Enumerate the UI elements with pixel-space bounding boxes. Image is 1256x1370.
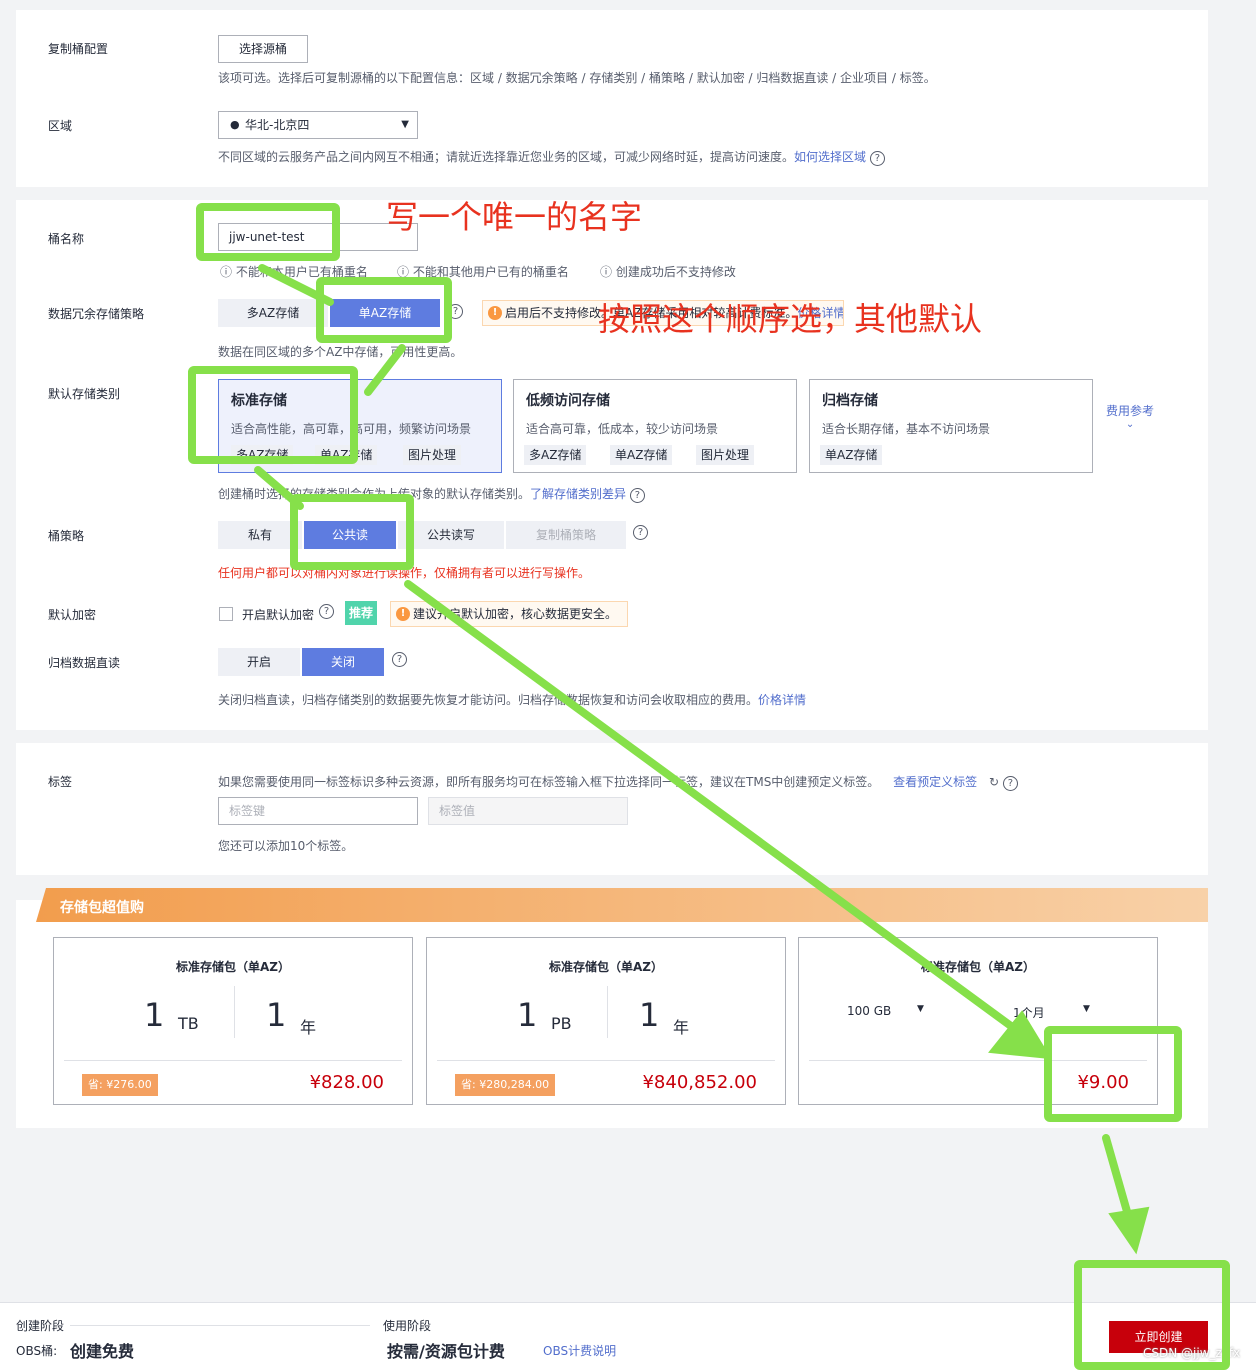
arrow-name-to-az [258, 264, 334, 306]
annotation-arrows [254, 264, 1150, 1255]
arrow-standard-to-public [254, 466, 304, 510]
arrow-price-to-create [1102, 1134, 1134, 1226]
arrow-az-to-standard [364, 344, 406, 396]
arrow-head-create [1108, 1206, 1150, 1255]
arrow-public-to-price [404, 580, 1034, 1044]
